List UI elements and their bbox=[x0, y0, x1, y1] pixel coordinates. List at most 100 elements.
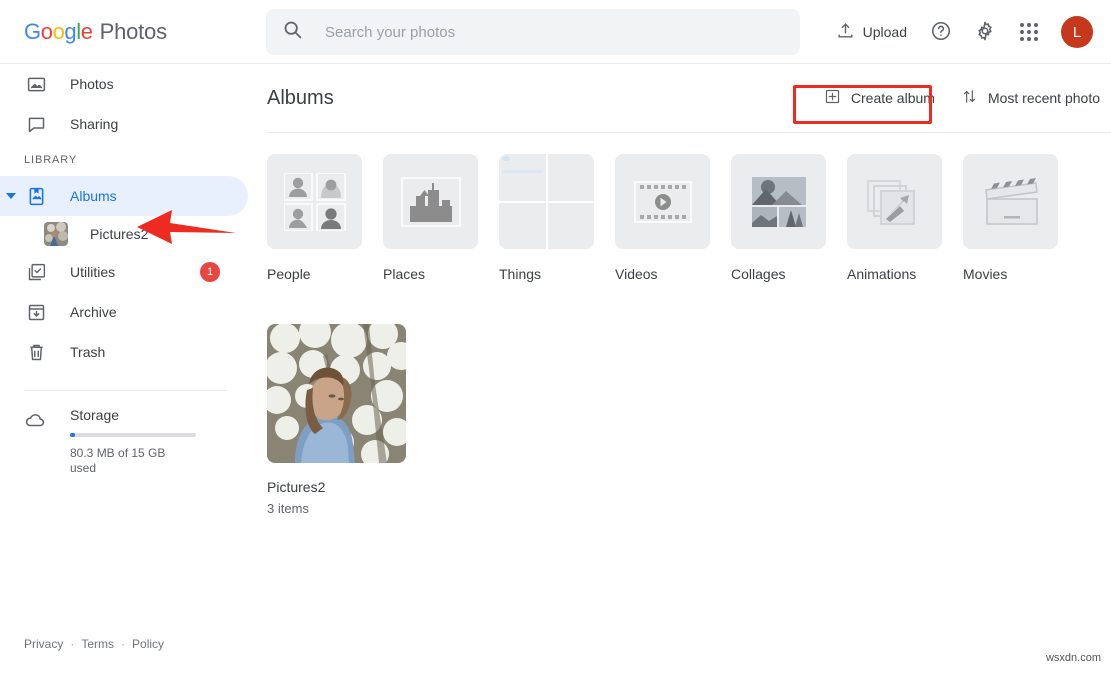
album-thumbnail-icon bbox=[44, 222, 68, 246]
upload-icon bbox=[836, 21, 855, 43]
trash-icon bbox=[24, 340, 48, 364]
tile-label-places: Places bbox=[383, 266, 499, 282]
tile-collages[interactable]: Collages bbox=[731, 154, 847, 282]
create-album-button[interactable]: Create album bbox=[813, 80, 946, 116]
product-name: Photos bbox=[100, 19, 167, 45]
logo-letter-g1: G bbox=[24, 19, 41, 44]
storage-label: Storage bbox=[70, 407, 196, 423]
sidebar-section-library: LIBRARY bbox=[0, 144, 256, 176]
things-screenshot-thumb bbox=[499, 154, 546, 201]
google-apps-button[interactable] bbox=[1009, 12, 1049, 52]
tile-animations[interactable]: Animations bbox=[847, 154, 963, 282]
photo-icon bbox=[24, 72, 48, 96]
chevron-down-icon[interactable] bbox=[6, 193, 16, 199]
terms-link[interactable]: Terms bbox=[81, 637, 114, 651]
sidebar-label-albums: Albums bbox=[70, 188, 117, 204]
search-bar[interactable] bbox=[266, 9, 800, 55]
main-actions: Create album Most recent photo bbox=[813, 80, 1111, 116]
upload-label: Upload bbox=[863, 24, 907, 40]
animation-stack-icon bbox=[847, 154, 942, 249]
google-photos-app: Google Photos Upload bbox=[0, 0, 1111, 673]
sidebar-item-trash[interactable]: Trash bbox=[0, 332, 248, 372]
sidebar-subitem-pictures2[interactable]: Pictures2 bbox=[0, 216, 248, 252]
storage-section[interactable]: Storage 80.3 MB of 15 GB used bbox=[0, 407, 256, 476]
logo-letter-g2: g bbox=[64, 19, 76, 44]
landscape-icon bbox=[383, 154, 478, 249]
sidebar-label-archive: Archive bbox=[70, 304, 117, 320]
things-empty-2 bbox=[499, 203, 546, 250]
tile-places[interactable]: Places bbox=[383, 154, 499, 282]
things-empty-1 bbox=[548, 154, 595, 201]
policy-link[interactable]: Policy bbox=[132, 637, 164, 651]
sidebar-divider bbox=[24, 390, 228, 391]
sidebar-item-utilities[interactable]: Utilities 1 bbox=[0, 252, 248, 292]
album-item-count: 3 items bbox=[267, 501, 406, 516]
sidebar-item-photos[interactable]: Photos bbox=[0, 64, 248, 104]
sidebar: Photos Sharing LIBRARY Albums bbox=[0, 64, 256, 673]
sidebar-label-photos: Photos bbox=[70, 76, 114, 92]
footer-separator-2: · bbox=[121, 637, 125, 651]
sort-button[interactable]: Most recent photo bbox=[950, 80, 1111, 116]
storage-progress-bar bbox=[70, 433, 196, 437]
sort-icon bbox=[961, 88, 978, 108]
help-button[interactable] bbox=[921, 12, 961, 52]
tile-videos[interactable]: Videos bbox=[615, 154, 731, 282]
logo-letter-o2: o bbox=[53, 19, 65, 44]
logo-letter-o1: o bbox=[41, 19, 53, 44]
tile-label-videos: Videos bbox=[615, 266, 731, 282]
avatar[interactable]: L bbox=[1061, 16, 1093, 48]
google-photos-logo: Google Photos bbox=[24, 19, 167, 45]
category-tiles: People P bbox=[256, 133, 1111, 282]
tile-label-collages: Collages bbox=[731, 266, 847, 282]
people-faces-icon bbox=[267, 154, 362, 249]
tile-movies[interactable]: Movies bbox=[963, 154, 1079, 282]
search-input[interactable] bbox=[325, 24, 800, 41]
sidebar-label-utilities: Utilities bbox=[70, 264, 115, 280]
watermark: wsxdn.com bbox=[1046, 652, 1101, 664]
collage-icon bbox=[731, 154, 826, 249]
privacy-link[interactable]: Privacy bbox=[24, 637, 63, 651]
page-title: Albums bbox=[267, 87, 334, 110]
help-icon bbox=[930, 20, 952, 45]
albums-icon bbox=[24, 184, 48, 208]
chat-bubble-icon bbox=[24, 112, 48, 136]
album-title: Pictures2 bbox=[267, 479, 406, 495]
main-header: Albums Create album bbox=[256, 64, 1111, 132]
album-card-pictures2[interactable]: Pictures2 3 items bbox=[267, 324, 406, 516]
sidebar-item-albums[interactable]: Albums bbox=[0, 176, 248, 216]
sidebar-label-trash: Trash bbox=[70, 344, 105, 360]
storage-usage-text: 80.3 MB of 15 GB used bbox=[70, 446, 180, 476]
footer-links: Privacy · Terms · Policy bbox=[24, 637, 164, 651]
search-icon bbox=[282, 19, 303, 45]
video-filmstrip-icon bbox=[615, 154, 710, 249]
sidebar-label-pictures2: Pictures2 bbox=[90, 226, 148, 242]
storage-body: Storage 80.3 MB of 15 GB used bbox=[70, 407, 196, 476]
albums-grid: Pictures2 3 items bbox=[256, 282, 1111, 516]
sidebar-item-sharing[interactable]: Sharing bbox=[0, 104, 248, 144]
settings-button[interactable] bbox=[965, 12, 1005, 52]
utilities-icon bbox=[24, 260, 48, 284]
clapperboard-icon bbox=[963, 154, 1058, 249]
tile-people[interactable]: People bbox=[267, 154, 383, 282]
sidebar-label-sharing: Sharing bbox=[70, 116, 118, 132]
apps-grid-icon bbox=[1020, 23, 1038, 41]
sort-label: Most recent photo bbox=[988, 90, 1100, 106]
status-badge: 1 bbox=[200, 262, 220, 282]
tile-label-things: Things bbox=[499, 266, 615, 282]
main-content: Albums Create album bbox=[256, 64, 1111, 673]
header-actions: Upload bbox=[826, 0, 1093, 64]
create-album-label: Create album bbox=[851, 90, 935, 106]
things-empty-3 bbox=[548, 203, 595, 250]
sidebar-item-archive[interactable]: Archive bbox=[0, 292, 248, 332]
app-header: Google Photos Upload bbox=[0, 0, 1111, 64]
album-thumbnail bbox=[267, 324, 406, 463]
gear-icon bbox=[974, 20, 996, 45]
tile-things[interactable]: Things bbox=[499, 154, 615, 282]
google-wordmark: Google bbox=[24, 19, 93, 45]
things-grid-icon bbox=[499, 154, 594, 249]
things-quadrants bbox=[499, 154, 594, 249]
footer-separator-1: · bbox=[70, 637, 74, 651]
upload-button[interactable]: Upload bbox=[826, 14, 917, 50]
plus-square-icon bbox=[824, 88, 841, 108]
logo-letter-e: e bbox=[81, 19, 93, 44]
